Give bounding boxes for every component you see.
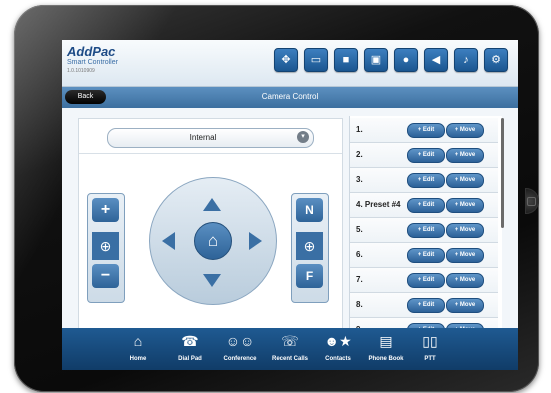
preset-row: 3. + Edit + Move (350, 168, 498, 193)
tab-label: Dial Pad (178, 356, 202, 362)
conference-icon: ☺☺ (225, 333, 255, 349)
app-title: AddPac (67, 44, 116, 59)
tab-ptt[interactable]: ▯▯ PTT (410, 328, 450, 370)
divider (79, 153, 342, 154)
tab-label: Recent Calls (271, 356, 308, 362)
preset-edit-button[interactable]: + Edit (407, 248, 445, 263)
music-icon[interactable]: ♪ (454, 48, 478, 72)
app-subtitle: Smart Controller (67, 59, 118, 66)
preset-row: 8. + Edit + Move (350, 293, 498, 318)
preset-move-button[interactable]: + Move (446, 273, 484, 288)
pan-left-button[interactable] (162, 232, 175, 250)
preset-label: 8. (356, 300, 363, 309)
preset-move-button[interactable]: + Move (446, 248, 484, 263)
tab-home[interactable]: ⌂ Home (118, 328, 158, 370)
tab-label: Contacts (325, 356, 351, 362)
bottom-tab-bar: ⌂ Home ☎ Dial Pad ☺☺ Conference ☏ Recent… (62, 328, 518, 370)
focus-target-icon: ⊕ (296, 232, 323, 260)
preset-move-button[interactable]: + Move (446, 198, 484, 213)
tab-label: Conference (223, 356, 257, 362)
preset-row: 1. + Edit + Move (350, 118, 498, 143)
phone-book-icon: ▤ (379, 333, 393, 349)
camera-source-value: Internal (189, 133, 217, 142)
preset-scrollbar[interactable] (501, 118, 504, 228)
home-icon: ⌂ (133, 333, 143, 349)
zoom-in-label: + (100, 201, 111, 218)
preset-row: 4. Preset #4 + Edit + Move (350, 193, 498, 218)
chevron-down-icon: ▾ (297, 131, 309, 143)
focus-control: N ⊕ F (291, 193, 329, 303)
preset-label: 1. (356, 125, 363, 134)
contacts-icon: ☻★ (324, 333, 352, 349)
tab-phone-book[interactable]: ▤ Phone Book (366, 328, 406, 370)
zoom-in-button[interactable]: + (92, 198, 119, 222)
preset-label: 5. (356, 225, 363, 234)
preset-label: 2. (356, 150, 363, 159)
app-screen: AddPac Smart Controller 1.0.1010909 ✥ ▭ … (62, 40, 518, 370)
ptt-icon: ▯▯ (422, 333, 438, 349)
screen-icon[interactable]: ▭ (304, 48, 328, 72)
tab-recent-calls[interactable]: ☏ Recent Calls (270, 328, 310, 370)
tab-contacts[interactable]: ☻★ Contacts (318, 328, 358, 370)
speaker-icon[interactable]: ◀ (424, 48, 448, 72)
preset-edit-button[interactable]: + Edit (407, 298, 445, 313)
app-header: AddPac Smart Controller 1.0.1010909 ✥ ▭ … (62, 40, 518, 87)
preset-edit-button[interactable]: + Edit (407, 148, 445, 163)
zoom-control: + ⊕ − (87, 193, 125, 303)
tab-label: PTT (424, 356, 436, 362)
focus-near-label: N (305, 203, 314, 217)
preset-move-button[interactable]: + Move (446, 298, 484, 313)
preset-edit-button[interactable]: + Edit (407, 173, 445, 188)
camera-source-select[interactable]: Internal ▾ (107, 128, 314, 148)
preset-label: 4. Preset #4 (356, 200, 401, 209)
recent-calls-icon: ☏ (281, 333, 299, 349)
home-icon: ⌂ (207, 231, 219, 250)
preset-edit-button[interactable]: + Edit (407, 123, 445, 138)
zoom-out-button[interactable]: − (92, 264, 119, 288)
tab-label: Home (129, 356, 147, 362)
microphone-icon[interactable]: ● (394, 48, 418, 72)
preset-edit-button[interactable]: + Edit (407, 198, 445, 213)
preset-row: 5. + Edit + Move (350, 218, 498, 243)
focus-far-label: F (305, 269, 314, 283)
pan-right-button[interactable] (249, 232, 262, 250)
preset-label: 6. (356, 250, 363, 259)
preset-edit-button[interactable]: + Edit (407, 273, 445, 288)
preset-edit-button[interactable]: + Edit (407, 223, 445, 238)
nav-bar: Back Camera Control (62, 87, 518, 108)
zoom-target-icon: ⊕ (92, 232, 119, 260)
preset-move-button[interactable]: + Move (446, 123, 484, 138)
move-icon[interactable]: ✥ (274, 48, 298, 72)
pan-tilt-pad: ⌂ (149, 177, 277, 305)
header-toolbar: ✥ ▭ ■ ▣ ● ◀ ♪ ⚙ (274, 48, 508, 72)
preset-move-button[interactable]: + Move (446, 173, 484, 188)
preset-row: 6. + Edit + Move (350, 243, 498, 268)
focus-far-button[interactable]: F (296, 264, 323, 288)
tab-dial-pad[interactable]: ☎ Dial Pad (170, 328, 210, 370)
focus-near-button[interactable]: N (296, 198, 323, 222)
tab-conference[interactable]: ☺☺ Conference (220, 328, 260, 370)
camera-icon[interactable]: ■ (334, 48, 358, 72)
preset-row: 7. + Edit + Move (350, 268, 498, 293)
zoom-out-label: − (100, 267, 111, 284)
preset-move-button[interactable]: + Move (446, 148, 484, 163)
tilt-down-button[interactable] (203, 274, 221, 287)
app-version: 1.0.1010909 (67, 68, 95, 74)
camera-control-panel: Internal ▾ + ⊕ − ⌂ N ⊕ F (78, 118, 343, 340)
preset-label: 3. (356, 175, 363, 184)
tools-icon[interactable]: ⚙ (484, 48, 508, 72)
preset-move-button[interactable]: + Move (446, 223, 484, 238)
camera-home-button[interactable]: ⌂ (194, 222, 232, 260)
dial-pad-icon: ☎ (181, 333, 199, 349)
preset-row: 2. + Edit + Move (350, 143, 498, 168)
tilt-up-button[interactable] (203, 198, 221, 211)
preset-label: 7. (356, 275, 363, 284)
page-title: Camera Control (261, 92, 319, 101)
monitor-icon[interactable]: ▣ (364, 48, 388, 72)
